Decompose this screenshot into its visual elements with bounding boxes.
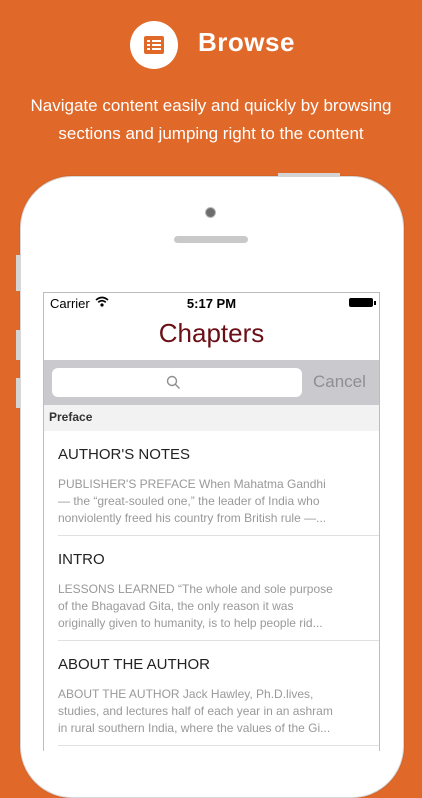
search-input[interactable] — [52, 368, 302, 397]
app-screen: Carrier 5:17 PM Chapters Cancel Preface … — [43, 292, 380, 751]
list-item[interactable]: INTRO LESSONS LEARNED “The whole and sol… — [44, 536, 379, 641]
list-item[interactable]: ABOUT THE AUTHOR ABOUT THE AUTHOR Jack H… — [44, 641, 379, 746]
phone-power-button — [278, 173, 340, 177]
promo-subtitle: Navigate content easily and quickly by b… — [10, 92, 412, 148]
list-item[interactable]: AUTHOR'S NOTES PUBLISHER'S PREFACE When … — [44, 431, 379, 536]
status-bar: Carrier 5:17 PM — [44, 293, 379, 313]
phone-volume-up — [16, 330, 20, 360]
promo-header: Browse Navigate content easily and quick… — [0, 0, 422, 160]
page-title: Chapters — [158, 318, 265, 348]
chapter-title: INTRO — [58, 551, 105, 568]
cancel-button[interactable]: Cancel — [313, 372, 366, 392]
phone-mute-switch — [16, 255, 20, 291]
chapter-excerpt: ABOUT THE AUTHOR Jack Hawley, Ph.D.lives… — [58, 687, 333, 735]
status-time: 5:17 PM — [186, 296, 237, 311]
battery-icon — [349, 298, 376, 307]
promo-subtitle-line-2: sections and jumping right to the conten… — [58, 124, 364, 143]
search-bar: Cancel — [44, 360, 379, 405]
browse-badge — [130, 21, 178, 69]
phone-camera — [205, 207, 216, 218]
row-divider — [58, 745, 379, 746]
promo-subtitle-line-1: Navigate content easily and quickly by b… — [30, 96, 392, 115]
chapter-excerpt: LESSONS LEARNED “The whole and sole purp… — [58, 582, 333, 630]
list-icon — [144, 36, 164, 54]
promo-title: Browse — [198, 27, 295, 57]
phone-volume-down — [16, 378, 20, 408]
chapter-list: AUTHOR'S NOTES PUBLISHER'S PREFACE When … — [44, 431, 379, 746]
chapter-title: ABOUT THE AUTHOR — [58, 656, 210, 673]
section-header: Preface — [44, 405, 379, 431]
chapter-excerpt: PUBLISHER'S PREFACE When Mahatma Gandhi … — [58, 477, 327, 525]
search-field[interactable] — [52, 368, 302, 397]
phone-speaker — [174, 236, 248, 243]
chapter-title: AUTHOR'S NOTES — [58, 446, 191, 463]
